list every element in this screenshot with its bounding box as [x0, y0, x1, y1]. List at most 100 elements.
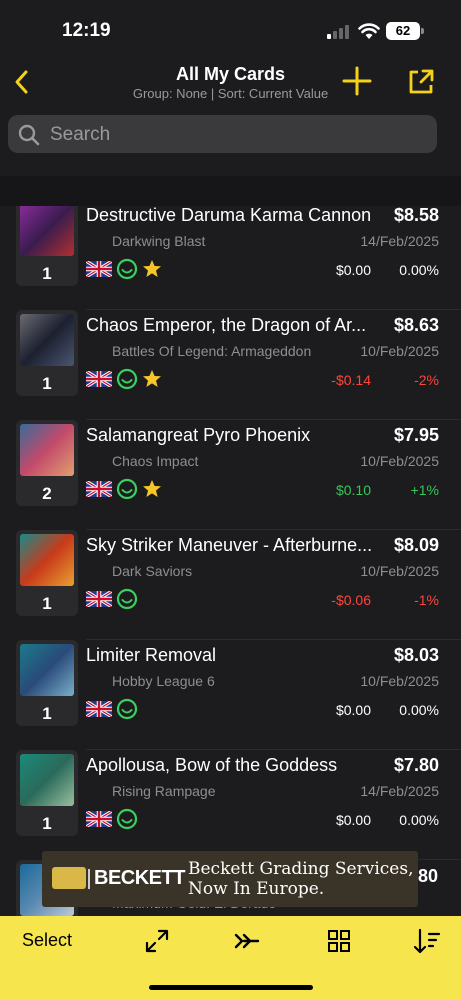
card-price: $8.58: [393, 206, 439, 225]
price-change: -$0.14: [331, 372, 371, 388]
card-set: Chaos Impact: [112, 453, 199, 469]
card-art: [20, 424, 74, 476]
card-row[interactable]: 1 Limiter Removal $8.03 Hobby League 6 1…: [0, 640, 461, 750]
card-date: 10/Feb/2025: [360, 343, 439, 359]
card-thumbnail: 1: [16, 750, 78, 836]
card-date: 10/Feb/2025: [360, 673, 439, 689]
card-thumbnail: 2: [16, 420, 78, 506]
uk-flag-icon: [86, 811, 112, 827]
card-date: 14/Feb/2025: [360, 783, 439, 799]
card-quantity: 1: [42, 264, 52, 283]
price-change: $0.00: [335, 812, 371, 828]
expand-icon[interactable]: [142, 926, 172, 956]
card-date: 10/Feb/2025: [360, 563, 439, 579]
card-list[interactable]: 1 Destructive Daruma Karma Cannon $8.58 …: [0, 206, 461, 918]
price-change-percent: +1%: [410, 482, 439, 498]
card-price: $8.63: [393, 315, 439, 335]
uk-flag-icon: [86, 371, 112, 387]
share-button[interactable]: [404, 65, 438, 99]
ad-line-2: Now In Europe.: [188, 879, 325, 899]
card-date: 10/Feb/2025: [360, 453, 439, 469]
price-change-percent: 0.00%: [399, 702, 439, 718]
search-placeholder: Search: [50, 124, 111, 145]
card-set: Hobby League 6: [112, 673, 215, 689]
card-thumbnail: 1: [16, 530, 78, 616]
home-indicator: [149, 985, 313, 990]
price-change: $0.00: [335, 702, 371, 718]
card-art: [20, 644, 74, 696]
card-name: Limiter Removal: [86, 645, 217, 665]
star-icon: [143, 480, 161, 497]
price-change: $0.00: [335, 262, 371, 278]
card-name: Apollousa, Bow of the Goddess: [86, 755, 338, 775]
smiley-icon: [116, 698, 138, 720]
price-change: $0.10: [335, 482, 371, 498]
price-change: -$0.06: [331, 592, 371, 608]
status-time: 12:19: [62, 20, 111, 41]
card-price: $7.95: [393, 425, 439, 445]
card-name: Salamangreat Pyro Phoenix: [86, 425, 311, 445]
card-set: Battles Of Legend: Armageddon: [112, 343, 312, 359]
card-price: $8.03: [393, 645, 439, 665]
ad-banner[interactable]: BECKETT Beckett Grading Services, Now In…: [42, 851, 418, 907]
smiley-icon: [116, 588, 138, 610]
uk-flag-icon: [86, 261, 112, 277]
uk-flag-icon: [86, 591, 112, 607]
card-set: Darkwing Blast: [112, 233, 206, 249]
card-name: Destructive Daruma Karma Cannon: [86, 206, 372, 225]
card-row[interactable]: 1 Destructive Daruma Karma Cannon $8.58 …: [0, 206, 461, 310]
card-thumbnail: 1: [16, 640, 78, 726]
card-thumbnail: 1: [16, 206, 78, 286]
card-name: Sky Striker Maneuver - Afterburne...: [86, 535, 373, 555]
uk-flag-icon: [86, 701, 112, 717]
smiley-icon: [116, 258, 138, 280]
page-title: All My Cards: [175, 64, 286, 84]
card-price: $7.80: [393, 755, 439, 775]
section-header: [0, 176, 461, 206]
card-name: Chaos Emperor, the Dragon of Ar...: [86, 315, 367, 335]
cellular-signal-icon: [327, 25, 349, 39]
card-row[interactable]: 1 Chaos Emperor, the Dragon of Ar... $8.…: [0, 310, 461, 420]
price-change-percent: -1%: [414, 592, 439, 608]
card-art: [20, 206, 74, 256]
search-input[interactable]: Search: [8, 115, 437, 153]
uk-flag-icon: [86, 481, 112, 497]
card-price: 80: [418, 866, 439, 886]
card-quantity: 1: [42, 374, 52, 393]
card-row[interactable]: 1 Apollousa, Bow of the Goddess $7.80 Ri…: [0, 750, 461, 860]
card-art: [20, 754, 74, 806]
battery-indicator: 62: [386, 22, 424, 40]
price-change-percent: 0.00%: [399, 812, 439, 828]
smiley-icon: [116, 808, 138, 830]
page-subtitle: Group: None | Sort: Current Value: [132, 86, 329, 101]
star-icon: [143, 370, 161, 387]
card-set: Dark Saviors: [112, 563, 193, 579]
search-icon: [18, 124, 40, 146]
ad-line-1: Beckett Grading Services,: [188, 859, 414, 879]
double-chevron-right-icon[interactable]: [232, 926, 262, 956]
smiley-icon: [116, 478, 138, 500]
navigation-bar: All My Cards Group: None | Sort: Current…: [0, 60, 461, 106]
wifi-icon: [358, 23, 380, 39]
card-art: [20, 534, 74, 586]
card-quantity: 1: [42, 814, 52, 833]
card-thumbnail: 1: [16, 310, 78, 396]
price-change-percent: -2%: [414, 372, 439, 388]
add-button[interactable]: [340, 64, 374, 98]
star-icon: [143, 260, 161, 277]
smiley-icon: [116, 368, 138, 390]
select-button[interactable]: Select: [22, 930, 72, 951]
card-quantity: 1: [42, 704, 52, 723]
card-row[interactable]: 1 Sky Striker Maneuver - Afterburne... $…: [0, 530, 461, 640]
card-quantity: 2: [42, 484, 52, 503]
status-bar: 12:19 62: [0, 0, 461, 60]
ad-brand: BECKETT: [88, 867, 185, 889]
price-change-percent: 0.00%: [399, 262, 439, 278]
grid-icon[interactable]: [324, 926, 354, 956]
card-row[interactable]: 2 Salamangreat Pyro Phoenix $7.95 Chaos …: [0, 420, 461, 530]
sort-icon[interactable]: [412, 926, 442, 956]
card-set: Rising Rampage: [112, 783, 216, 799]
ad-text: Beckett Grading Services, Now In Europe.: [188, 859, 413, 899]
card-price: $8.09: [393, 535, 439, 555]
ad-logo: [52, 867, 86, 889]
